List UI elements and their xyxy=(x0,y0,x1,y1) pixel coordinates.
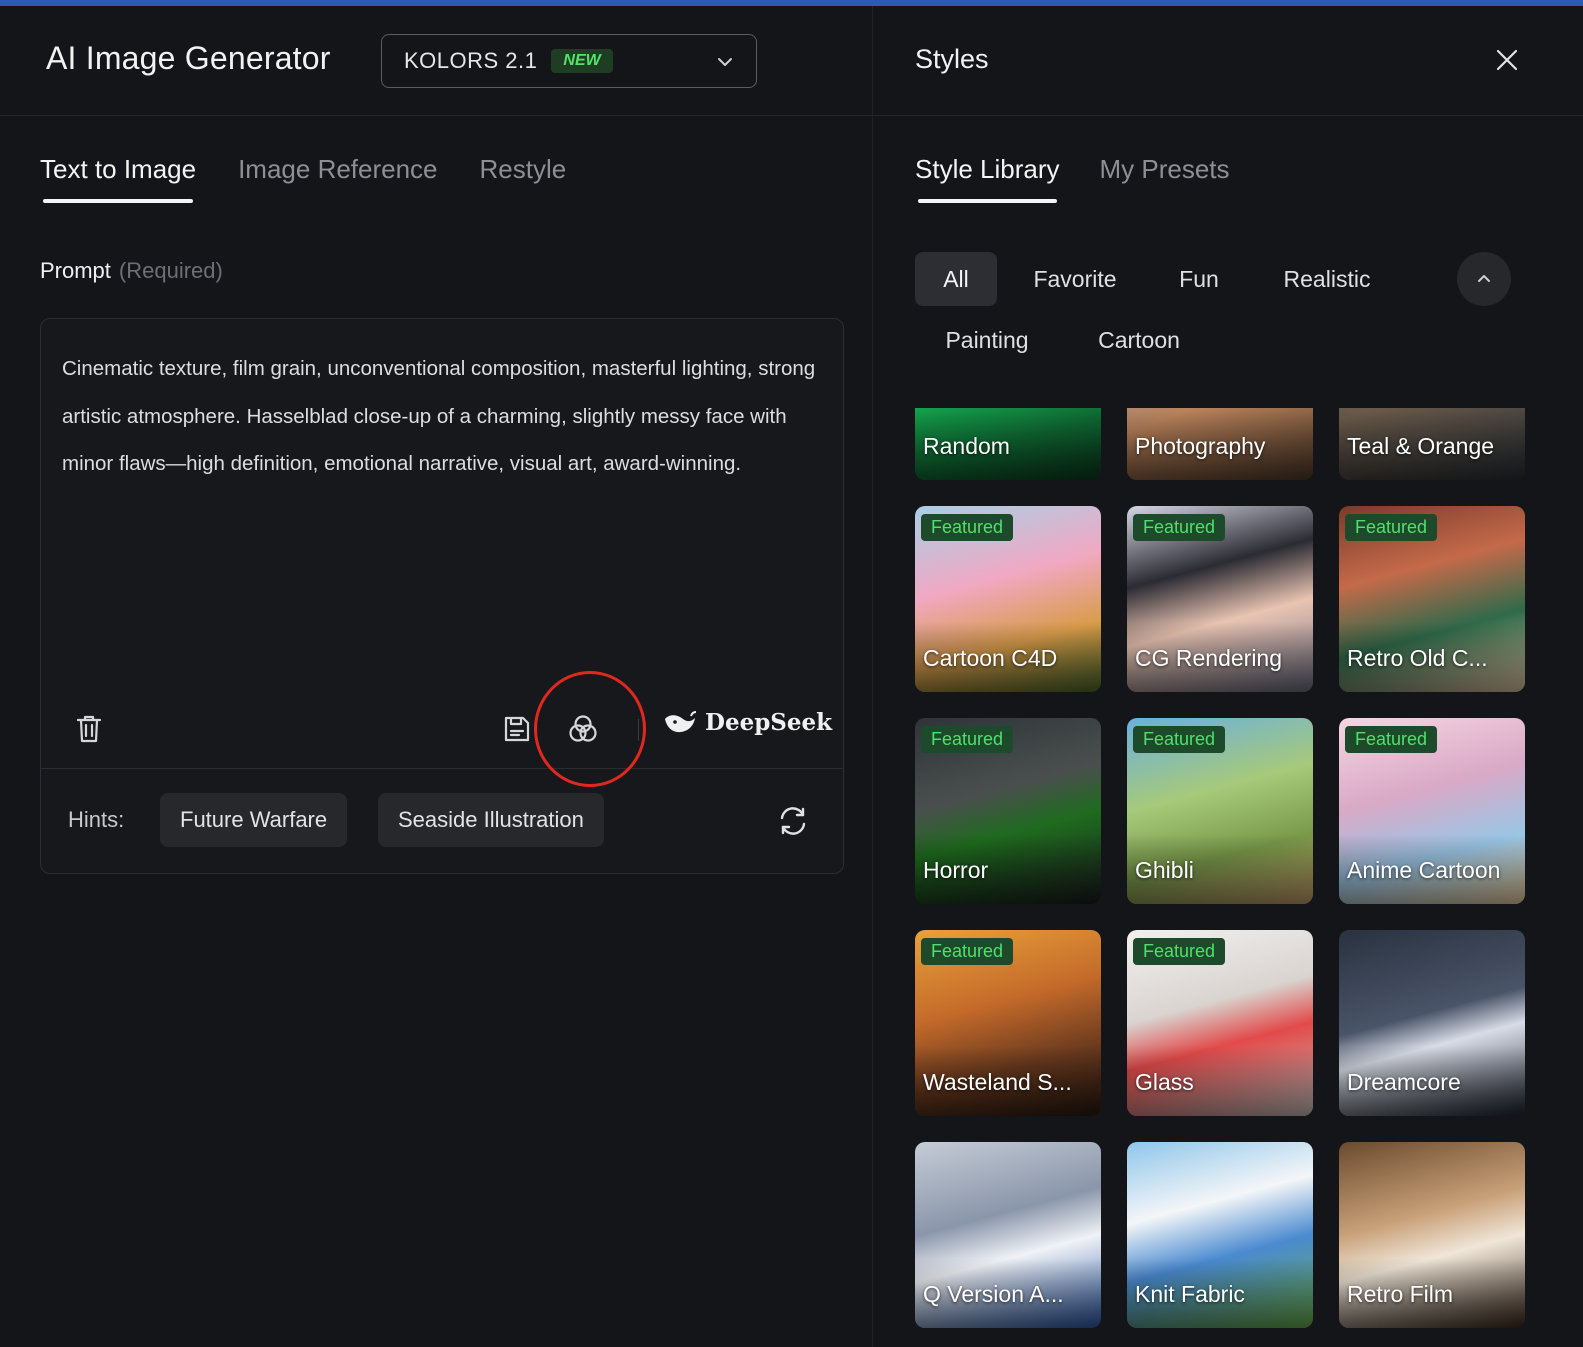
prompt-box: Cinematic texture, film grain, unconvent… xyxy=(40,318,844,874)
close-styles-button[interactable] xyxy=(1487,40,1527,80)
mode-tabs: Text to Image Image Reference Restyle xyxy=(40,154,566,203)
style-card-label: Ghibli xyxy=(1135,857,1194,883)
styles-tabs: Style Library My Presets xyxy=(915,154,1230,203)
style-card[interactable]: Featured Glass xyxy=(1127,930,1313,1116)
style-card[interactable]: Featured Wasteland S... xyxy=(915,930,1101,1116)
style-card[interactable]: Featured CG Rendering xyxy=(1127,506,1313,692)
tab-restyle[interactable]: Restyle xyxy=(480,154,567,203)
style-card-label: Teal & Orange xyxy=(1347,433,1495,459)
filter-painting[interactable]: Painting xyxy=(927,313,1047,367)
prompt-toolbar: DeepSeek xyxy=(41,671,843,787)
chevron-up-icon xyxy=(1478,275,1490,282)
style-card-label: Random xyxy=(923,433,1010,459)
style-card-label: Knit Fabric xyxy=(1135,1281,1245,1307)
hints-row: Hints: Future Warfare Seaside Illustrati… xyxy=(41,769,843,873)
styles-panel: Styles Style Library My Presets All Favo… xyxy=(872,6,1583,1347)
style-card-label: Wasteland S... xyxy=(923,1069,1072,1095)
filter-favorite[interactable]: Favorite xyxy=(1015,252,1135,306)
style-card-label: Dreamcore xyxy=(1347,1069,1461,1095)
close-icon xyxy=(1496,49,1518,71)
styles-title: Styles xyxy=(915,44,989,74)
app-title: AI Image Generator xyxy=(46,40,331,76)
style-card[interactable]: Q Version A... xyxy=(915,1142,1101,1328)
style-card-label: Q Version A... xyxy=(923,1281,1064,1307)
chevron-down-icon xyxy=(718,58,732,66)
style-card-label: Cartoon C4D xyxy=(923,645,1058,671)
save-icon xyxy=(504,716,530,742)
style-card[interactable]: Featured Cartoon C4D xyxy=(915,506,1101,692)
style-card-label: Horror xyxy=(923,857,989,883)
style-card-label: Retro Film xyxy=(1347,1281,1454,1307)
toolbar-divider xyxy=(638,719,639,741)
style-card[interactable]: Featured Anime Cartoon xyxy=(1339,718,1525,904)
whale-icon xyxy=(665,710,697,732)
style-blend-button[interactable] xyxy=(563,709,603,749)
overlapping-circles-icon xyxy=(569,715,597,742)
model-select[interactable]: KOLORS 2.1 NEW xyxy=(381,34,757,88)
featured-badge: Featured xyxy=(1133,938,1226,965)
refresh-icon xyxy=(780,807,806,835)
style-card-label: Anime Cartoon xyxy=(1347,857,1501,883)
prompt-input[interactable]: Cinematic texture, film grain, unconvent… xyxy=(62,345,822,488)
model-name: KOLORS 2.1 xyxy=(404,48,538,73)
tab-image-reference[interactable]: Image Reference xyxy=(238,154,437,203)
hint-chip[interactable]: Seaside Illustration xyxy=(378,793,604,847)
filter-fun[interactable]: Fun xyxy=(1163,252,1235,306)
deepseek-label: DeepSeek xyxy=(705,709,833,736)
style-card[interactable]: Featured Horror xyxy=(915,718,1101,904)
featured-badge: Featured xyxy=(921,938,1014,965)
style-card-label: Retro Old C... xyxy=(1347,645,1488,671)
style-card[interactable]: Dreamcore xyxy=(1339,930,1525,1116)
style-card[interactable]: Retro Film xyxy=(1339,1142,1525,1328)
style-card[interactable]: Photography xyxy=(1127,408,1313,480)
filter-realistic[interactable]: Realistic xyxy=(1267,252,1387,306)
tab-text-to-image[interactable]: Text to Image xyxy=(40,154,196,203)
style-card-label: CG Rendering xyxy=(1135,645,1283,671)
featured-badge: Featured xyxy=(1345,514,1438,541)
save-prompt-button[interactable] xyxy=(497,709,537,749)
tab-my-presets[interactable]: My Presets xyxy=(1100,154,1230,203)
featured-badge: Featured xyxy=(1133,726,1226,753)
prompt-label-text: Prompt xyxy=(40,258,111,283)
prompt-label: Prompt (Required) xyxy=(40,258,223,284)
prompt-required-note: (Required) xyxy=(118,258,223,283)
style-card[interactable]: Featured Retro Old C... xyxy=(1339,506,1525,692)
featured-badge: Featured xyxy=(1345,726,1438,753)
style-card[interactable]: Knit Fabric xyxy=(1127,1142,1313,1328)
style-card[interactable]: Teal & Orange xyxy=(1339,408,1525,480)
style-card-label: Glass xyxy=(1135,1069,1194,1095)
featured-badge: Featured xyxy=(921,726,1014,753)
featured-badge: Featured xyxy=(921,514,1014,541)
style-card-label: Photography xyxy=(1135,433,1266,459)
generator-header: AI Image Generator KOLORS 2.1 NEW xyxy=(0,6,872,116)
style-card[interactable]: Featured Ghibli xyxy=(1127,718,1313,904)
collapse-filters-button[interactable] xyxy=(1457,252,1511,306)
filter-all[interactable]: All xyxy=(915,252,997,306)
hints-label: Hints: xyxy=(68,807,125,832)
refresh-hints-button[interactable] xyxy=(773,801,813,841)
styles-header: Styles xyxy=(873,6,1583,116)
new-badge: NEW xyxy=(551,49,613,73)
hint-chip[interactable]: Future Warfare xyxy=(160,793,348,847)
featured-badge: Featured xyxy=(1133,514,1226,541)
tab-style-library[interactable]: Style Library xyxy=(915,154,1060,203)
style-grid: Random Photography Teal & Orange Featured Ca… xyxy=(915,408,1535,1347)
deepseek-button[interactable]: DeepSeek xyxy=(663,709,832,736)
style-card[interactable]: Random xyxy=(915,408,1101,480)
generator-panel: AI Image Generator KOLORS 2.1 NEW Text t… xyxy=(0,6,872,1347)
trash-icon xyxy=(76,715,102,743)
filter-cartoon[interactable]: Cartoon xyxy=(1079,313,1199,367)
clear-prompt-button[interactable] xyxy=(69,709,109,749)
